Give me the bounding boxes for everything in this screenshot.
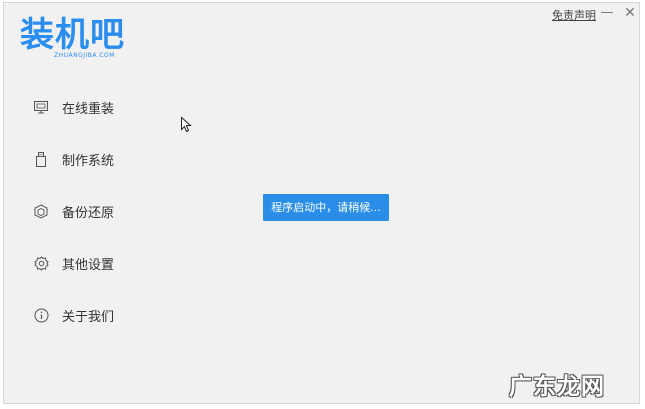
loading-toast: 程序启动中，请稍候... bbox=[263, 194, 389, 221]
info-icon bbox=[33, 307, 49, 323]
sidebar-item-other-settings[interactable]: 其他设置 bbox=[33, 251, 114, 275]
logo-text: 装机吧 bbox=[20, 15, 125, 55]
sidebar-item-label: 制作系统 bbox=[62, 153, 115, 169]
sidebar-item-label: 备份还原 bbox=[62, 205, 115, 221]
watermark-text: 广东龙网 bbox=[509, 374, 605, 400]
sidebar-item-label: 关于我们 bbox=[62, 309, 115, 325]
mouse-pointer-icon bbox=[181, 116, 192, 137]
logo-subtext: ZHUANGJIBA.COM bbox=[54, 52, 115, 59]
backup-icon bbox=[33, 203, 49, 219]
sidebar-item-online-reinstall[interactable]: 在线重装 bbox=[33, 95, 114, 119]
close-button[interactable]: ✕ bbox=[622, 4, 638, 22]
sidebar-item-backup-restore[interactable]: 备份还原 bbox=[33, 199, 114, 223]
brand-logo: 装机吧 ZHUANGJIBA.COM bbox=[20, 16, 140, 64]
app-window: 装机吧 ZHUANGJIBA.COM 免责声明 — ✕ 在线重装 制作系统 备份… bbox=[3, 2, 640, 404]
sidebar-item-make-system[interactable]: 制作系统 bbox=[33, 147, 114, 171]
gear-icon bbox=[33, 255, 49, 271]
usb-drive-icon bbox=[33, 151, 49, 167]
minimize-button[interactable]: — bbox=[599, 4, 615, 22]
disclaimer-link[interactable]: 免责声明 bbox=[552, 7, 596, 23]
sidebar-item-label: 在线重装 bbox=[62, 101, 115, 117]
monitor-icon bbox=[33, 99, 49, 115]
sidebar-item-about-us[interactable]: 关于我们 bbox=[33, 303, 114, 327]
sidebar-item-label: 其他设置 bbox=[62, 257, 115, 273]
